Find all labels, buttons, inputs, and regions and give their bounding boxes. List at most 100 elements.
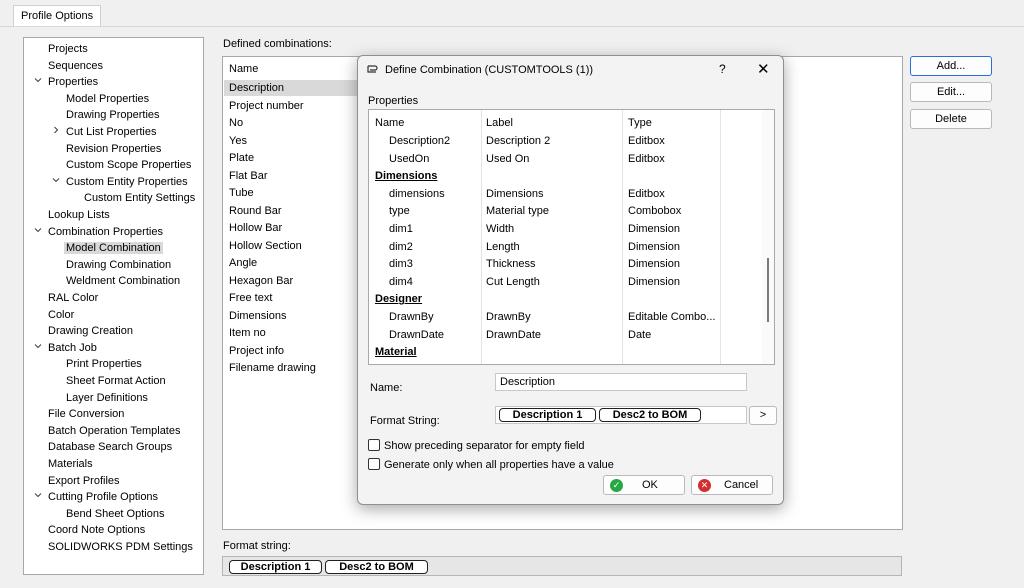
tree-item[interactable]: Model Combination xyxy=(64,240,163,256)
list-item[interactable]: No xyxy=(229,115,243,131)
tree-item[interactable]: Projects xyxy=(48,41,88,57)
list-item[interactable]: Free text xyxy=(229,290,272,306)
property-cell-label[interactable]: Cut Length xyxy=(486,274,540,290)
property-cell-name[interactable]: DrawnBy xyxy=(389,309,434,325)
tree-item[interactable]: Database Search Groups xyxy=(48,439,172,455)
property-cell-type[interactable]: Dimension xyxy=(628,239,680,255)
tree-item[interactable]: Print Properties xyxy=(66,356,142,372)
options-tree[interactable]: Projects Sequences Properties Model Propert… xyxy=(23,37,204,575)
chevron-down-icon[interactable] xyxy=(51,174,61,190)
tree-item[interactable]: File Conversion xyxy=(48,406,124,422)
list-item[interactable]: Yes xyxy=(229,133,247,149)
ok-button[interactable]: ✓ OK xyxy=(603,475,685,495)
tree-item[interactable]: Sequences xyxy=(48,58,103,74)
add-button[interactable]: Add... xyxy=(910,56,992,76)
list-header-name[interactable]: Name xyxy=(229,63,258,75)
delete-button[interactable]: Delete xyxy=(910,109,992,129)
property-cell-type[interactable]: Editbox xyxy=(628,133,665,149)
tree-item[interactable]: Combination Properties xyxy=(48,224,163,240)
checkbox-icon[interactable] xyxy=(368,439,380,451)
list-item[interactable]: Plate xyxy=(229,150,254,166)
property-cell-name[interactable]: DrawnDate xyxy=(389,327,444,343)
property-group-header[interactable]: Designer xyxy=(375,291,422,307)
cancel-button[interactable]: ✕ Cancel xyxy=(691,475,773,495)
list-item[interactable]: Tube xyxy=(229,185,254,201)
property-group-header[interactable]: Dimensions xyxy=(375,168,437,184)
generate-only-checkbox[interactable]: Generate only when all properties have a… xyxy=(368,457,614,473)
dialog-chip-desc2-to-bom[interactable]: Desc2 to BOM xyxy=(599,408,701,422)
chevron-right-icon[interactable] xyxy=(51,124,61,140)
tree-item[interactable]: Drawing Creation xyxy=(48,323,133,339)
list-item[interactable]: Angle xyxy=(229,255,257,271)
property-cell-name[interactable]: dimensions xyxy=(389,186,445,202)
tree-item[interactable]: Custom Entity Settings xyxy=(84,190,195,206)
tree-item[interactable]: Properties xyxy=(48,74,98,90)
dialog-chip-description-1[interactable]: Description 1 xyxy=(499,408,596,422)
format-string-field[interactable]: Description 1 Desc2 to BOM xyxy=(495,406,747,424)
tree-item[interactable]: Revision Properties xyxy=(66,141,161,157)
show-separator-checkbox[interactable]: Show preceding separator for empty field xyxy=(368,438,585,454)
tree-item[interactable]: RAL Color xyxy=(48,290,98,306)
list-item[interactable]: Hollow Bar xyxy=(229,220,282,236)
list-item[interactable]: Description xyxy=(224,80,363,96)
tree-item[interactable]: Export Profiles xyxy=(48,473,120,489)
help-button[interactable]: ? xyxy=(719,62,726,76)
list-item[interactable]: Item no xyxy=(229,325,266,341)
tree-item[interactable]: Cutting Profile Options xyxy=(48,489,158,505)
tree-item[interactable]: Model Properties xyxy=(66,91,149,107)
chevron-down-icon[interactable] xyxy=(33,340,43,356)
property-cell-label[interactable]: Description 2 xyxy=(486,133,550,149)
tree-item[interactable]: Drawing Combination xyxy=(66,257,171,273)
property-cell-label[interactable]: Thickness xyxy=(486,256,536,272)
property-cell-name[interactable]: dim3 xyxy=(389,256,413,272)
property-cell-label[interactable]: Material type xyxy=(486,203,549,219)
tree-item[interactable]: Custom Entity Properties xyxy=(66,174,188,190)
properties-grid[interactable]: Name Label Type Description2 Description … xyxy=(368,109,775,365)
list-item[interactable]: Hollow Section xyxy=(229,238,302,254)
tree-item[interactable]: SOLIDWORKS PDM Settings xyxy=(48,539,193,555)
property-cell-type[interactable]: Editbox xyxy=(628,186,665,202)
tree-item[interactable]: Lookup Lists xyxy=(48,207,110,223)
list-item[interactable]: Project info xyxy=(229,343,284,359)
checkbox-icon[interactable] xyxy=(368,458,380,470)
tree-item[interactable]: Layer Definitions xyxy=(66,390,148,406)
property-cell-label[interactable]: DrawnDate xyxy=(486,327,541,343)
property-cell-name[interactable]: dim1 xyxy=(389,221,413,237)
tree-item[interactable]: Batch Operation Templates xyxy=(48,423,180,439)
property-cell-type[interactable]: Editable Combo... xyxy=(628,309,715,325)
property-group-header[interactable]: Material xyxy=(375,344,417,360)
property-cell-label[interactable]: DrawnBy xyxy=(486,309,531,325)
property-cell-type[interactable]: Combobox xyxy=(628,203,681,219)
tree-item[interactable]: Bend Sheet Options xyxy=(66,506,164,522)
tree-item[interactable]: Drawing Properties xyxy=(66,107,160,123)
property-cell-type[interactable]: Date xyxy=(628,327,651,343)
property-cell-name[interactable]: UsedOn xyxy=(389,151,429,167)
property-cell-type[interactable]: Dimension xyxy=(628,256,680,272)
edit-button[interactable]: Edit... xyxy=(910,82,992,102)
property-cell-type[interactable]: Dimension xyxy=(628,221,680,237)
tree-item[interactable]: Batch Job xyxy=(48,340,97,356)
tree-item[interactable]: Coord Note Options xyxy=(48,522,145,538)
list-item[interactable]: Dimensions xyxy=(229,308,286,324)
property-cell-label[interactable]: Dimensions xyxy=(486,186,543,202)
grid-header-label[interactable]: Label xyxy=(486,115,513,131)
property-cell-name[interactable]: dim4 xyxy=(389,274,413,290)
grid-header-name[interactable]: Name xyxy=(375,115,404,131)
list-item[interactable]: Flat Bar xyxy=(229,168,268,184)
chevron-down-icon[interactable] xyxy=(33,489,43,505)
property-cell-type[interactable]: Dimension xyxy=(628,274,680,290)
property-cell-name[interactable]: type xyxy=(389,203,410,219)
tree-item[interactable]: Weldment Combination xyxy=(66,273,180,289)
tree-item[interactable]: Cut List Properties xyxy=(66,124,156,140)
tree-item[interactable]: Color xyxy=(48,307,74,323)
tree-item[interactable]: Custom Scope Properties xyxy=(66,157,191,173)
tree-item[interactable]: Sheet Format Action xyxy=(66,373,166,389)
list-item[interactable]: Filename drawing xyxy=(229,360,316,376)
property-cell-label[interactable]: Length xyxy=(486,239,520,255)
format-more-button[interactable]: > xyxy=(749,406,777,425)
list-item[interactable]: Hexagon Bar xyxy=(229,273,293,289)
name-input[interactable]: Description xyxy=(495,373,747,391)
property-cell-name[interactable]: Description2 xyxy=(389,133,450,149)
list-item[interactable]: Project number xyxy=(229,98,304,114)
list-item[interactable]: Round Bar xyxy=(229,203,282,219)
